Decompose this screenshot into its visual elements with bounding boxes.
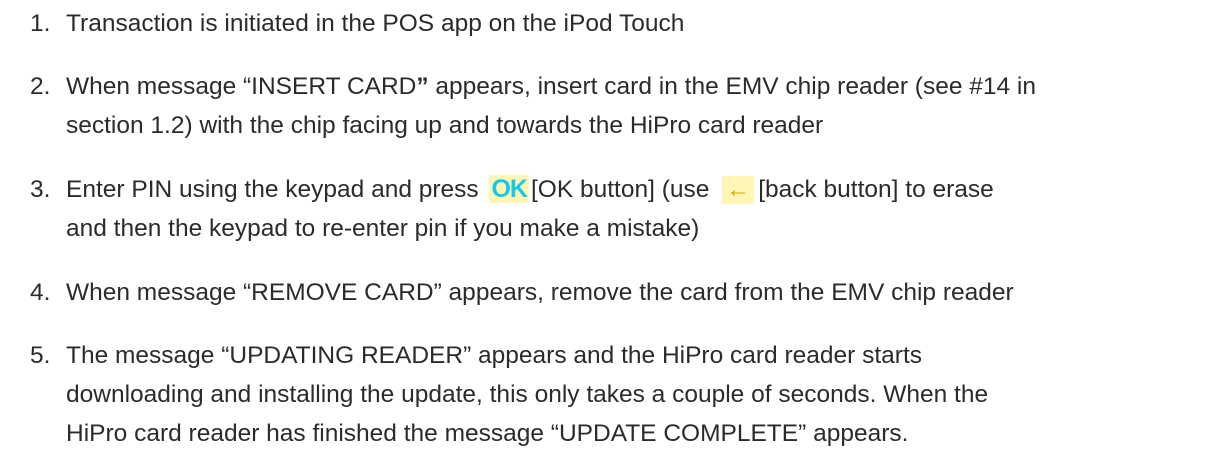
step-text-line1-end: appears, insert card in the EMV chip rea… [428,73,1037,100]
step-1: 1. Transaction is initiated in the POS ap… [30,4,1210,43]
step-text-line1-start: Enter PIN using the keypad and press [66,176,486,203]
step-number: 2. [30,73,51,100]
step-text-line2: section 1.2) with the chip facing up and… [66,112,824,139]
step-text: Transaction is initiated in the POS app … [66,10,685,37]
step-number: 3. [30,176,51,203]
step-text-bold-quote: ” [416,73,429,100]
step-text-line2: downloading and installing the update, t… [66,381,989,408]
step-number: 5. [30,342,51,369]
step-text-line1-start: When message “INSERT CARD [66,73,417,100]
step-text-line2: and then the keypad to re-enter pin if y… [66,215,700,242]
ok-button-icon: OK [489,175,529,203]
step-2: 2. When message “INSERT CARD” appears, in… [30,67,1210,145]
step-number: 1. [30,10,51,37]
back-arrow-icon: ← [722,176,755,204]
step-text-line3: HiPro card reader has finished the messa… [66,420,909,447]
step-5: 5. The message “UPDATING READER” appears … [30,336,1210,453]
step-4: 4. When message “REMOVE CARD” appears, re… [30,273,1210,312]
step-text-line1: The message “UPDATING READER” appears an… [66,342,923,369]
step-text-line1-end: [back button] to erase [758,176,994,203]
step-text-line1-mid: [OK button] (use [530,176,717,203]
step-text: When message “REMOVE CARD” appears, remo… [66,279,1014,306]
step-number: 4. [30,279,51,306]
step-3: 3. Enter PIN using the keypad and press O… [30,170,1210,248]
